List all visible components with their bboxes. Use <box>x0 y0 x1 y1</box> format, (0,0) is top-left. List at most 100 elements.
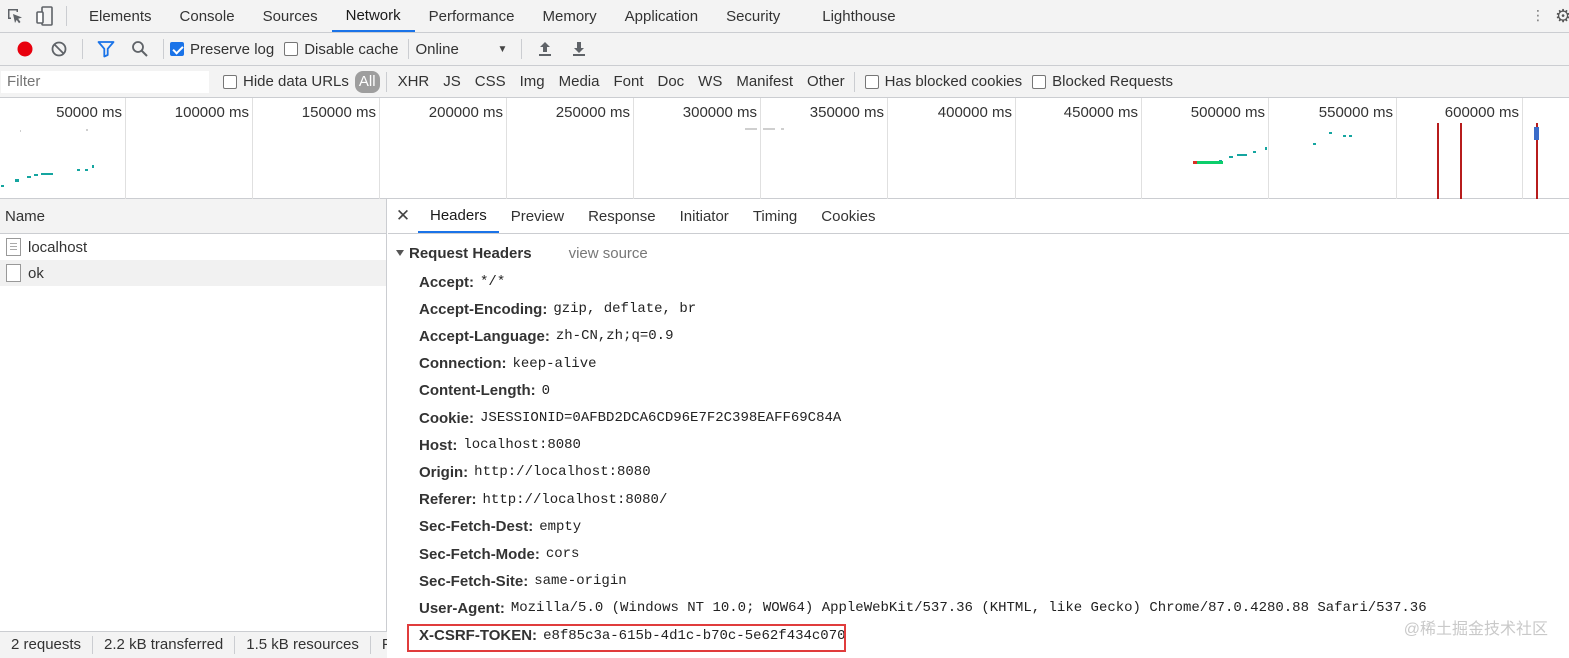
header-name: Accept: <box>419 273 475 291</box>
header-row: Accept-Language: zh-CN,zh;q=0.9 <box>419 325 673 347</box>
has-blocked-cookies-checkbox[interactable]: Has blocked cookies <box>864 73 1022 90</box>
timeline-tick-label: 150000 ms <box>301 104 376 121</box>
toolbar-separator <box>163 39 164 59</box>
name-column-header[interactable]: Name <box>0 199 386 234</box>
highlight-box <box>407 624 846 652</box>
dropdown-arrow-icon: ▼ <box>497 43 508 55</box>
tab-sources[interactable]: Sources <box>249 0 332 32</box>
toolbar-separator <box>82 39 83 59</box>
details-tab-cookies[interactable]: Cookies <box>809 199 887 233</box>
details-tabbar: ✕ Headers Preview Response Initiator Timing C… <box>388 199 1569 234</box>
tab-memory[interactable]: Memory <box>529 0 611 32</box>
devtools-tabbar: Elements Console Sources Network Performance… <box>0 0 1569 33</box>
tab-separator <box>66 6 67 26</box>
header-row: Origin: http://localhost:8080 <box>419 461 651 483</box>
hide-data-urls-checkbox[interactable]: Hide data URLs <box>223 73 349 90</box>
timeline-tick-label: 600000 ms <box>1444 104 1519 121</box>
details-tabs: Headers Preview Response Initiator Timing Coo… <box>418 199 887 233</box>
tab-elements[interactable]: Elements <box>75 0 166 32</box>
record-button[interactable] <box>8 36 42 62</box>
blocked-requests-check[interactable] <box>1032 74 1047 89</box>
blocked-requests-checkbox[interactable]: Blocked Requests <box>1032 73 1173 90</box>
timeline-tick-label: 450000 ms <box>1063 104 1138 121</box>
blocked-requests-label: Blocked Requests <box>1052 73 1174 90</box>
resource-type-filters: All XHR JS CSS Img Media Font Doc WS Manifest Othe… <box>354 70 852 93</box>
header-name: Accept-Language: <box>419 327 550 345</box>
tab-security[interactable]: Security <box>712 0 794 32</box>
tab-performance[interactable]: Performance <box>415 0 529 32</box>
network-overview-timeline[interactable]: 50000 ms 100000 ms 150000 ms 200000 ms 25000… <box>0 98 1569 199</box>
details-tab-response[interactable]: Response <box>576 199 668 233</box>
throttling-value: Online <box>415 40 459 58</box>
header-row: Sec-Fetch-Mode: cors <box>419 543 579 565</box>
request-row[interactable]: ok <box>0 260 386 286</box>
request-list-pane: Name localhost ok 2 requests 2.2 kB tran… <box>0 199 387 658</box>
filter-type-css[interactable]: CSS <box>468 71 513 93</box>
filter-type-font[interactable]: Font <box>606 71 650 93</box>
header-row: Sec-Fetch-Site: same-origin <box>419 570 627 592</box>
import-har-icon[interactable] <box>528 36 562 62</box>
clear-button[interactable] <box>42 36 76 62</box>
request-headers-toggle[interactable]: Request Headers view source <box>388 241 1569 265</box>
request-name: localhost <box>28 238 88 256</box>
header-value: http://localhost:8080/ <box>482 491 668 508</box>
timeline-tick-label: 400000 ms <box>937 104 1012 121</box>
disable-cache-check[interactable] <box>284 42 299 56</box>
overview-waiting-bar <box>1193 161 1223 164</box>
timeline-tick-label: 550000 ms <box>1318 104 1393 121</box>
hide-data-urls-label: Hide data URLs <box>243 73 349 90</box>
header-name: Host: <box>419 436 458 454</box>
timeline-tick-label: 100000 ms <box>174 104 249 121</box>
details-tab-timing[interactable]: Timing <box>741 199 809 233</box>
filter-type-manifest[interactable]: Manifest <box>729 71 800 93</box>
more-tabs-icon[interactable]: ⋮ <box>1531 7 1545 24</box>
header-value: gzip, deflate, br <box>553 301 697 318</box>
resources-size: 1.5 kB resources <box>235 636 371 654</box>
toolbar-separator <box>408 39 410 59</box>
close-icon[interactable]: ✕ <box>388 199 418 233</box>
device-toolbar-icon[interactable] <box>30 0 60 32</box>
file-icon <box>6 264 21 282</box>
view-source-link[interactable]: view source <box>569 245 648 262</box>
inspect-element-icon[interactable] <box>0 0 30 32</box>
panel-tabs: Elements Console Sources Network Performance… <box>75 0 910 32</box>
triangle-down-icon <box>396 250 404 256</box>
timeline-tick-label: 500000 ms <box>1190 104 1265 121</box>
preserve-log-label: Preserve log <box>190 40 275 58</box>
filter-separator <box>853 71 855 92</box>
throttling-select[interactable]: Online ▼ <box>415 41 515 58</box>
header-name: Content-Length: <box>419 382 536 400</box>
tab-application[interactable]: Application <box>611 0 712 32</box>
filter-type-all[interactable]: All <box>354 70 380 93</box>
header-row: Content-Length: 0 <box>419 380 550 402</box>
preserve-log-check[interactable] <box>170 42 184 56</box>
export-har-icon[interactable] <box>562 36 596 62</box>
document-icon <box>6 238 21 256</box>
details-tab-preview[interactable]: Preview <box>499 199 576 233</box>
filter-type-img[interactable]: Img <box>513 71 552 93</box>
disable-cache-checkbox[interactable]: Disable cache <box>284 41 398 58</box>
filter-type-doc[interactable]: Doc <box>650 71 691 93</box>
filter-icon[interactable] <box>89 36 123 62</box>
header-name: Connection: <box>419 355 507 373</box>
filter-input[interactable] <box>1 70 209 93</box>
timeline-tick-label: 250000 ms <box>555 104 630 121</box>
details-tab-headers[interactable]: Headers <box>418 199 499 233</box>
tab-lighthouse[interactable]: Lighthouse <box>808 0 909 32</box>
gear-icon[interactable]: ⚙ <box>1555 6 1569 27</box>
has-blocked-cookies-check[interactable] <box>864 74 879 89</box>
tab-network[interactable]: Network <box>331 0 415 32</box>
filter-type-media[interactable]: Media <box>552 71 607 93</box>
request-name: ok <box>28 264 44 282</box>
transferred-size: 2.2 kB transferred <box>93 636 236 654</box>
filter-type-xhr[interactable]: XHR <box>391 71 437 93</box>
details-tab-initiator[interactable]: Initiator <box>668 199 741 233</box>
tab-console[interactable]: Console <box>166 0 249 32</box>
filter-type-ws[interactable]: WS <box>691 71 729 93</box>
search-icon[interactable] <box>123 36 157 62</box>
filter-type-js[interactable]: JS <box>436 71 468 93</box>
filter-type-other[interactable]: Other <box>800 71 852 93</box>
request-row[interactable]: localhost <box>0 234 386 260</box>
preserve-log-checkbox[interactable]: Preserve log <box>170 41 274 58</box>
hide-data-urls-check[interactable] <box>223 74 237 89</box>
